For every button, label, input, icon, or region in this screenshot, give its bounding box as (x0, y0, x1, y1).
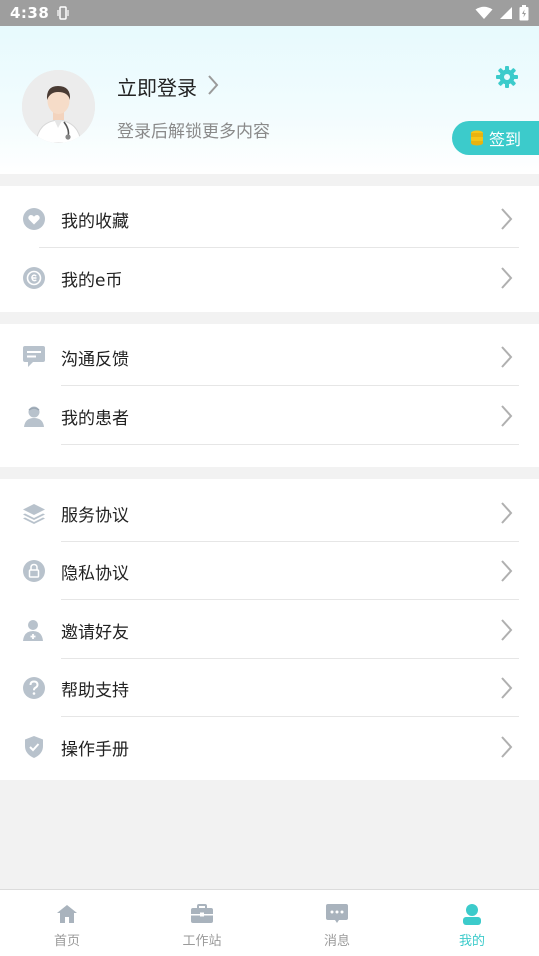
avatar[interactable] (22, 70, 95, 143)
tab-label: 首页 (53, 934, 80, 949)
doctor-avatar-icon (22, 70, 95, 143)
chevron-right-icon (501, 560, 513, 582)
menu-item-user-manual[interactable]: 操作手册 (0, 718, 539, 777)
chevron-right-icon (501, 619, 513, 641)
chevron-right-icon (501, 502, 513, 524)
menu-group-support: 服务协议 隐私协议 邀请好友 帮助支持 操作手册 (0, 479, 539, 780)
tab-workstation[interactable]: 工作站 (135, 890, 269, 956)
tab-mine[interactable]: 我的 (405, 890, 539, 956)
battery-icon (519, 5, 529, 21)
menu-item-label: 帮助支持 (61, 680, 129, 701)
menu-group-favorites: 我的收藏 我的e币 (0, 186, 539, 312)
menu-item-help-support[interactable]: 帮助支持 (0, 659, 539, 718)
chevron-right-icon (501, 677, 513, 699)
tab-messages[interactable]: 消息 (270, 890, 404, 956)
tab-home[interactable]: 首页 (0, 890, 134, 956)
chevron-right-icon (501, 736, 513, 758)
divider (61, 716, 519, 717)
menu-item-patients[interactable]: 我的患者 (0, 387, 539, 446)
chevron-right-icon (501, 346, 513, 368)
divider (61, 385, 519, 386)
menu-item-label: 邀请好友 (61, 622, 129, 643)
tab-label: 消息 (323, 934, 350, 949)
status-bar: 4:38 (0, 0, 539, 26)
coin-stack-icon (471, 130, 483, 146)
wifi-icon (475, 6, 493, 19)
user-icon (463, 904, 481, 925)
login-subtitle: 登录后解锁更多内容 (117, 122, 270, 142)
tab-label: 工作站 (182, 934, 222, 949)
e-coin-icon (23, 267, 45, 290)
divider (61, 599, 519, 600)
menu-item-label: 隐私协议 (61, 563, 129, 584)
briefcase-icon (191, 904, 213, 923)
patient-icon (24, 406, 44, 428)
menu-item-favorites[interactable]: 我的收藏 (0, 190, 539, 249)
chevron-right-icon (501, 208, 513, 230)
chat-icon (23, 346, 45, 368)
signal-icon (500, 7, 512, 19)
chevron-right-icon (501, 405, 513, 427)
menu-group-communication: 沟通反馈 我的患者 (0, 324, 539, 467)
divider (39, 247, 519, 248)
settings-gear-icon[interactable] (495, 65, 519, 89)
menu-item-label: 沟通反馈 (61, 349, 129, 370)
vibrate-icon (57, 6, 69, 20)
menu-item-invite-friends[interactable]: 邀请好友 (0, 601, 539, 660)
add-user-icon (23, 620, 43, 642)
heart-icon (23, 208, 45, 231)
menu-item-privacy-agreement[interactable]: 隐私协议 (0, 542, 539, 601)
status-time: 4:38 (10, 4, 50, 22)
divider (61, 444, 519, 445)
home-icon (57, 905, 77, 923)
chevron-right-icon (501, 267, 513, 289)
lock-icon (23, 560, 45, 583)
menu-item-label: 我的患者 (61, 408, 129, 429)
layers-icon (23, 504, 45, 525)
message-icon (326, 904, 348, 923)
login-title[interactable]: 立即登录 (117, 72, 197, 101)
menu-item-e-coin[interactable]: 我的e币 (0, 249, 539, 308)
menu-item-label: 我的收藏 (61, 211, 129, 232)
menu-item-label: 我的e币 (61, 270, 123, 291)
signin-button[interactable]: 签到 (452, 121, 539, 155)
menu-item-label: 服务协议 (61, 505, 129, 526)
bottom-tab-bar: 首页 工作站 消息 我的 (0, 889, 539, 956)
profile-header: 立即登录 登录后解锁更多内容 签到 (0, 26, 539, 174)
login-chevron-right-icon[interactable] (206, 74, 220, 96)
menu-item-label: 操作手册 (61, 739, 129, 760)
status-icons (475, 5, 529, 21)
menu-item-feedback[interactable]: 沟通反馈 (0, 328, 539, 387)
shield-icon (25, 736, 43, 759)
menu-item-service-agreement[interactable]: 服务协议 (0, 484, 539, 543)
tab-label: 我的 (458, 934, 485, 949)
help-icon (23, 677, 45, 700)
signin-label: 签到 (489, 130, 522, 149)
